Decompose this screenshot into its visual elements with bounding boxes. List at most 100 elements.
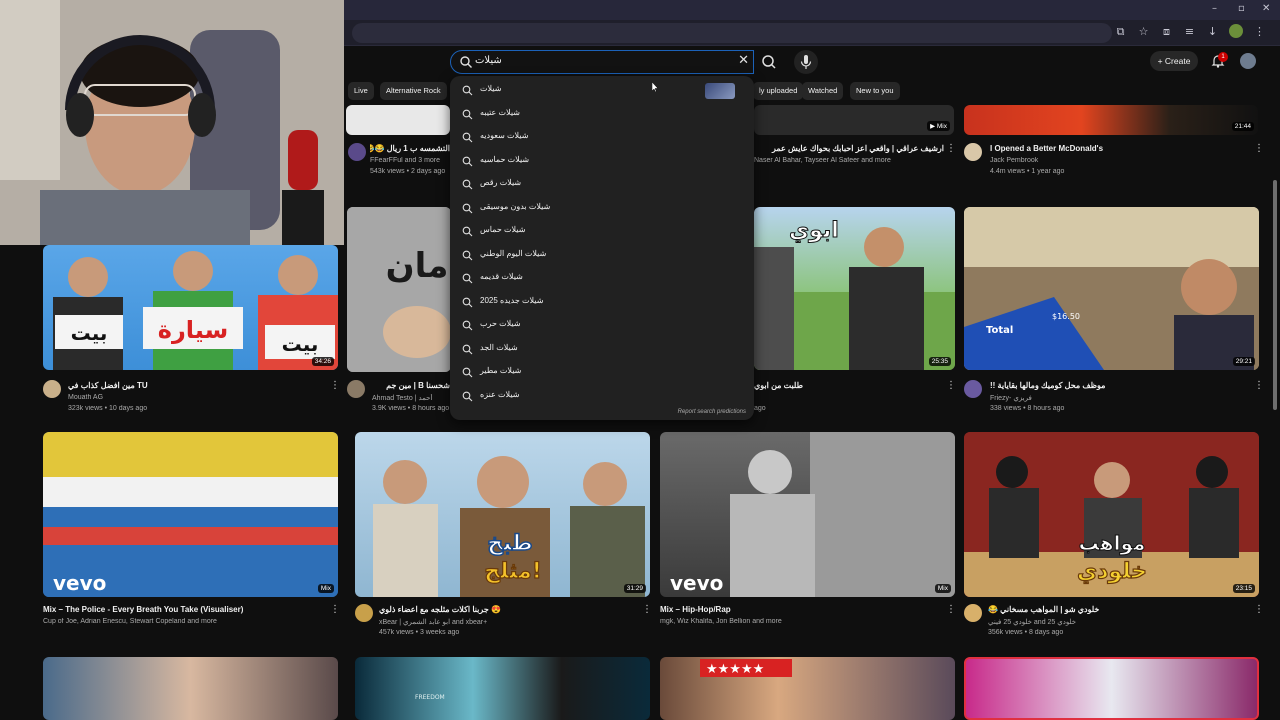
minimize-icon[interactable]: – (1212, 3, 1217, 14)
video-title[interactable]: شحسنا B | مين جم (372, 381, 450, 390)
video-thumbnail[interactable] (43, 657, 338, 720)
thumbnail-art: vevo (670, 432, 955, 597)
video-title[interactable]: 😍 جربنا اكلات مثلجه مع اعضاء ذلوي (379, 605, 637, 614)
channel-name[interactable]: Cup of Joe, Adrian Enescu, Stewart Copel… (43, 618, 323, 625)
channel-name[interactable]: Friezy- فريزي (990, 394, 1240, 402)
more-options-icon[interactable]: ⋮ (946, 144, 956, 154)
webcam-overlay (0, 0, 344, 245)
video-title[interactable]: Mix – Hip-Hop/Rap (660, 605, 930, 614)
suggestion-item[interactable]: شيلات اليوم الوطني (450, 243, 754, 266)
bookmark-star-icon[interactable]: ☆ (1137, 25, 1150, 38)
chip-alternative-rock[interactable]: Alternative Rock (380, 82, 447, 100)
address-bar[interactable] (352, 23, 1112, 43)
video-thumbnail[interactable] (964, 657, 1259, 720)
video-title[interactable]: مين افضل كذاب في TU (68, 381, 326, 390)
more-options-icon[interactable]: ⋮ (946, 605, 956, 615)
suggestion-item[interactable]: شيلات (450, 78, 754, 101)
channel-name[interactable]: xBear | ابو عابد الشمري and xbear+ (379, 618, 637, 626)
thumb-text: خلودي (1077, 559, 1147, 584)
video-thumbnail[interactable] (346, 105, 450, 135)
suggestion-item[interactable]: شيلات حماسيه (450, 149, 754, 172)
account-avatar[interactable] (1240, 53, 1256, 69)
channel-name[interactable]: Mouath AG (68, 394, 326, 401)
suggestion-item[interactable]: شيلات حرب (450, 313, 754, 336)
suggestion-item[interactable]: شيلات رقص (450, 172, 754, 195)
video-title[interactable]: ارشيف عراقي | واقعي اعز احبابك بحواك عاي… (754, 144, 944, 153)
browser-menu-icon[interactable]: ⋮ (1253, 25, 1266, 38)
video-title[interactable]: خلودي شو | المواهب مسخاني 😂 (988, 605, 1238, 614)
video-thumbnail[interactable]: بيت سيارة بيت 34:26 (43, 245, 338, 370)
channel-avatar[interactable] (964, 380, 982, 398)
report-search-predictions-link[interactable]: Report search predictions (678, 409, 746, 415)
more-options-icon[interactable]: ⋮ (642, 605, 652, 615)
video-thumbnail[interactable]: ابوي 25:35 (754, 207, 955, 370)
channel-name[interactable]: Jack Pembrook (990, 157, 1240, 164)
clear-search-icon[interactable]: ✕ (738, 53, 749, 68)
channel-avatar[interactable] (964, 143, 982, 161)
chip-live[interactable]: Live (348, 82, 374, 100)
cast-icon[interactable]: ⧉ (1114, 25, 1127, 38)
chip-recently-uploaded[interactable]: ly uploaded (753, 82, 804, 100)
channel-avatar[interactable] (347, 380, 365, 398)
more-options-icon[interactable]: ⋮ (330, 605, 340, 615)
suggestion-item[interactable]: شيلات الجد (450, 337, 754, 360)
video-title[interactable]: موظف محل كوميك ومالها بقاياية !! (990, 381, 1240, 390)
create-button[interactable]: + Create (1150, 51, 1198, 71)
video-thumbnail[interactable]: مواهب خلودي 23:15 (964, 432, 1259, 597)
suggestion-item[interactable]: شيلات بدون موسيقى (450, 196, 754, 219)
duration-badge: 31:29 (623, 584, 646, 593)
suggestion-item[interactable]: شيلات مطير (450, 360, 754, 383)
suggestion-item[interactable]: شيلات قديمه (450, 266, 754, 289)
channel-avatar[interactable] (355, 604, 373, 622)
video-title[interactable]: التشمسه ب 1 ريال 😂😂 (370, 144, 450, 153)
video-title[interactable]: Mix – The Police - Every Breath You Take… (43, 605, 323, 614)
search-button[interactable] (756, 50, 782, 74)
mix-badge: Mix (934, 584, 951, 593)
extension-icon[interactable]: ⧈ (1160, 25, 1173, 38)
video-thumbnail[interactable]: vevo Mix (660, 432, 955, 597)
video-meta: 356k views • 8 days ago (988, 629, 1064, 636)
suggestion-item[interactable]: شيلات جديده 2025 (450, 290, 754, 313)
close-window-icon[interactable]: ✕ (1262, 3, 1270, 14)
voice-search-button[interactable] (794, 50, 818, 74)
search-input[interactable]: شيلات ✕ (450, 50, 754, 74)
video-thumbnail[interactable]: ★★★★★ (660, 657, 955, 720)
suggestion-item[interactable]: شيلات حماس (450, 219, 754, 242)
reading-list-icon[interactable]: ≡ (1183, 25, 1196, 38)
search-icon (462, 320, 473, 331)
channel-avatar[interactable] (964, 604, 982, 622)
video-thumbnail[interactable]: Total $16.50 29:21 (964, 207, 1259, 370)
more-options-icon[interactable]: ⋮ (330, 381, 340, 391)
browser-profile-avatar[interactable] (1229, 24, 1243, 38)
video-thumbnail[interactable]: مان (347, 207, 451, 372)
chip-new-to-you[interactable]: New to you (850, 82, 900, 100)
page-scrollbar[interactable] (1273, 180, 1277, 410)
channel-avatar[interactable] (43, 380, 61, 398)
maximize-icon[interactable]: ▫ (1238, 3, 1245, 14)
channel-name[interactable]: خلودي 25 فيني and 25 خلودي (988, 618, 1238, 626)
video-title[interactable]: طلبت من ابوي (754, 381, 944, 390)
download-icon[interactable]: ↓ (1206, 25, 1219, 38)
video-thumbnail[interactable]: FREEDOM (355, 657, 650, 720)
channel-name[interactable]: Ahmad Testo | أحمد (372, 394, 450, 402)
duration-badge: 21:44 (1231, 122, 1254, 131)
suggestion-item[interactable]: شيلات عنزه (450, 384, 754, 407)
thumbnail-art: ابوي (754, 218, 955, 370)
suggestion-item[interactable]: شيلات عتيبه (450, 102, 754, 125)
chip-watched[interactable]: Watched (802, 82, 844, 100)
more-options-icon[interactable]: ⋮ (946, 381, 956, 391)
video-thumbnail[interactable]: طبخ مثلج! 31:29 (355, 432, 650, 597)
video-thumbnail[interactable]: 21:44 (964, 105, 1258, 135)
video-title[interactable]: I Opened a Better McDonald's (990, 144, 1240, 153)
more-options-icon[interactable]: ⋮ (1254, 381, 1264, 391)
video-thumbnail[interactable]: vevo Mix (43, 432, 338, 597)
thumb-text: مثلج! (484, 559, 541, 584)
channel-name[interactable]: mgk, Wiz Khalifa, Jon Bellion and more (660, 618, 930, 625)
channel-name[interactable]: Naser Al Bahar, Tayseer Al Safeer and mo… (754, 157, 944, 164)
video-thumbnail[interactable]: ▶ Mix (754, 105, 954, 135)
channel-name[interactable]: FFearFFul and 3 more (370, 157, 450, 164)
channel-avatar[interactable] (348, 143, 366, 161)
more-options-icon[interactable]: ⋮ (1254, 605, 1264, 615)
suggestion-item[interactable]: شيلات سعوديه (450, 125, 754, 148)
more-options-icon[interactable]: ⋮ (1254, 144, 1264, 154)
